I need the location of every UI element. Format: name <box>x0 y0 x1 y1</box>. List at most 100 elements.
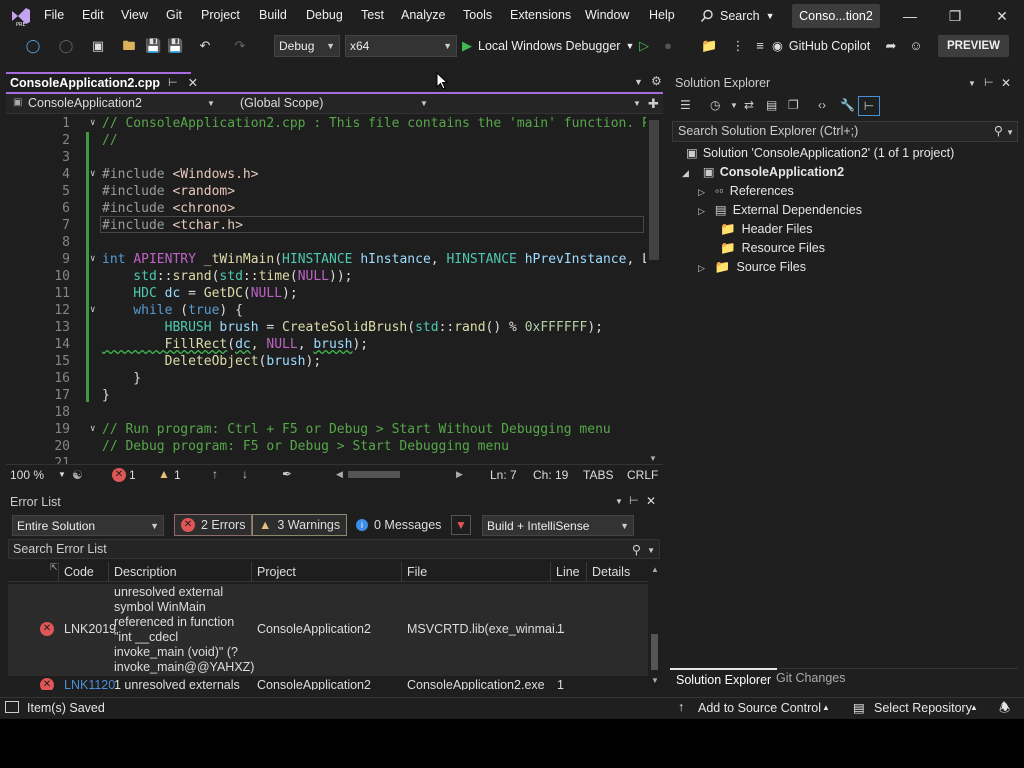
start-debugging-button[interactable]: ▶ Local Windows Debugger ▼ <box>462 35 634 57</box>
menu-project[interactable]: Project <box>201 8 240 22</box>
search-icon[interactable]: ⚲ <box>994 122 1003 141</box>
code-line[interactable]: 11 HDC dc = GetDC(NULL); <box>6 285 646 302</box>
arrow-down-icon[interactable]: ↓ <box>242 467 248 481</box>
code-line[interactable]: 14 FillRect(dc, NULL, brush); <box>6 336 646 353</box>
column-separator[interactable] <box>401 562 402 582</box>
tree-item-external-dependencies[interactable]: ▷ ▤ External Dependencies <box>698 201 862 220</box>
expanded-arrow-icon[interactable]: ◢ <box>682 168 689 178</box>
column-separator[interactable] <box>58 562 59 582</box>
history-icon[interactable]: ◷ <box>710 98 720 112</box>
column-separator[interactable] <box>550 562 551 582</box>
chevron-up-icon[interactable]: ▲ <box>970 703 978 712</box>
editor-scroll-thumb[interactable] <box>649 120 659 260</box>
scroll-right-arrow-icon[interactable]: ▶ <box>456 469 463 480</box>
notifications-bell-icon[interactable]: 🕭 <box>999 699 1010 720</box>
menu-analyze[interactable]: Analyze <box>401 8 445 22</box>
tab-solution-explorer[interactable]: Solution Explorer <box>670 668 778 690</box>
collapsed-arrow-icon[interactable]: ▷ <box>698 263 705 273</box>
line-ending[interactable]: CRLF <box>627 468 658 482</box>
warnings-filter-button[interactable]: ▲ 3 Warnings <box>252 514 348 536</box>
code-line[interactable]: 15 DeleteObject(brush); <box>6 353 646 370</box>
menu-help[interactable]: Help <box>649 8 675 22</box>
chevron-down-icon[interactable]: ▼ <box>968 79 976 88</box>
fold-toggle-icon[interactable]: ∨ <box>90 166 95 183</box>
collapsed-arrow-icon[interactable]: ▷ <box>698 187 705 197</box>
scroll-down-arrow-icon[interactable]: ▼ <box>651 676 659 685</box>
menu-debug[interactable]: Debug <box>306 8 343 22</box>
minimize-button[interactable]: — <box>898 6 922 26</box>
gear-icon[interactable]: ⚙ <box>651 74 662 88</box>
error-count[interactable]: 1 <box>129 468 136 482</box>
code-line[interactable]: 13 HBRUSH brush = CreateSolidBrush(std::… <box>6 319 646 336</box>
menu-view[interactable]: View <box>121 8 148 22</box>
menu-file[interactable]: File <box>44 8 64 22</box>
open-folder-icon[interactable]: 🖿 <box>121 38 137 54</box>
feedback-icon[interactable]: ☺ <box>908 38 924 54</box>
menu-extensions[interactable]: Extensions <box>510 8 571 22</box>
tree-item-references[interactable]: ▷ ◦▫ References <box>698 182 794 201</box>
nav-project-dropdown[interactable]: ConsoleApplication2 <box>28 96 142 110</box>
zoom-level[interactable]: 100 % <box>10 468 44 482</box>
show-all-files-icon[interactable]: ❐ <box>788 98 799 112</box>
start-without-debugging-icon[interactable]: ▷ <box>636 38 652 54</box>
code-line[interactable]: 20 // Debug program: F5 or Debug > Start … <box>6 438 646 455</box>
column-separator[interactable] <box>586 562 587 582</box>
chevron-down-icon[interactable]: ▼ <box>207 99 215 108</box>
column-separator[interactable] <box>251 562 252 582</box>
code-line[interactable]: 1 ∨ // ConsoleApplication2.cpp : This file… <box>6 115 646 132</box>
messages-filter-button[interactable]: i 0 Messages <box>350 514 447 536</box>
add-to-source-control-button[interactable]: Add to Source Control <box>698 701 821 715</box>
chevron-up-icon[interactable]: ▲ <box>822 703 830 712</box>
menu-edit[interactable]: Edit <box>82 8 104 22</box>
code-line[interactable]: 10 std::srand(std::time(NULL)); <box>6 268 646 285</box>
col-project[interactable]: Project <box>257 565 296 579</box>
menu-git[interactable]: Git <box>166 8 182 22</box>
comment-icon[interactable]: ≡ <box>752 38 768 54</box>
table-row[interactable]: ✕ LNK1120 1 unresolved externals Console… <box>8 678 648 690</box>
nav-scope-dropdown[interactable]: (Global Scope) <box>240 96 323 110</box>
filter-icon[interactable]: ▼ <box>451 515 471 535</box>
folder-view-icon[interactable]: 📁 <box>701 38 717 54</box>
tab-git-changes[interactable]: Git Changes <box>776 671 845 685</box>
sync-icon[interactable]: ⇄ <box>744 98 754 112</box>
tree-project[interactable]: ◢ ▣ ConsoleApplication2 <box>682 163 844 182</box>
col-description[interactable]: Description <box>114 565 177 579</box>
close-window-button[interactable]: ✕ <box>990 6 1014 26</box>
github-copilot-button[interactable]: ◉ GitHub Copilot <box>772 35 870 57</box>
tree-item-resource-files[interactable]: 📁 Resource Files <box>720 239 825 258</box>
search-icon[interactable]: ⚲ <box>632 541 641 559</box>
code-line[interactable]: 12 ∨ while (true) { <box>6 302 646 319</box>
chevron-down-icon[interactable]: ▼ <box>633 99 641 108</box>
error-list-scrollbar[interactable]: ▲ ▼ <box>649 562 661 690</box>
tree-item-source-files[interactable]: ▷ 📁 Source Files <box>698 258 806 277</box>
health-icon[interactable]: ☯ <box>72 468 83 482</box>
chevron-down-icon[interactable]: ▼ <box>634 77 643 87</box>
tab-consoleapplication2-cpp[interactable]: ConsoleApplication2.cpp ⊢ ✕ <box>6 72 198 92</box>
collapse-all-icon[interactable]: ▤ <box>766 98 777 112</box>
wrench-icon[interactable]: 🔧 <box>840 98 855 112</box>
fold-toggle-icon[interactable]: ∨ <box>90 115 95 132</box>
error-scope-dropdown[interactable]: Entire Solution ▼ <box>12 515 164 536</box>
menu-build[interactable]: Build <box>259 8 287 22</box>
code-line[interactable]: 21 <box>6 455 646 464</box>
split-icon[interactable]: ✚ <box>648 96 659 112</box>
share-icon[interactable]: ➦ <box>883 38 899 54</box>
menu-test[interactable]: Test <box>361 8 384 22</box>
navigate-forward-icon[interactable]: ◯ <box>58 38 74 54</box>
code-line[interactable]: 6 #include <chrono> <box>6 200 646 217</box>
fold-toggle-icon[interactable]: ∨ <box>90 302 95 319</box>
save-icon[interactable]: 💾 <box>145 38 161 54</box>
save-all-icon[interactable]: 💾 <box>167 38 183 54</box>
chevron-down-icon[interactable]: ▼ <box>647 542 655 560</box>
collapsed-arrow-icon[interactable]: ▷ <box>698 206 705 216</box>
tree-solution[interactable]: ▣ Solution 'ConsoleApplication2' (1 of 1 … <box>686 144 954 163</box>
error-code[interactable]: LNK1120 <box>64 678 115 690</box>
col-line[interactable]: Line <box>556 565 580 579</box>
fold-toggle-icon[interactable]: ∨ <box>90 421 95 438</box>
table-row[interactable]: ✕ LNK2019 unresolved external symbol Win… <box>8 584 648 676</box>
chevron-down-icon[interactable]: ▼ <box>58 470 66 479</box>
hot-reload-icon[interactable]: ● <box>660 38 676 54</box>
code-line[interactable]: 18 <box>6 404 646 421</box>
error-list-scroll-thumb[interactable] <box>651 634 658 670</box>
code-line[interactable]: 17} <box>6 387 646 404</box>
